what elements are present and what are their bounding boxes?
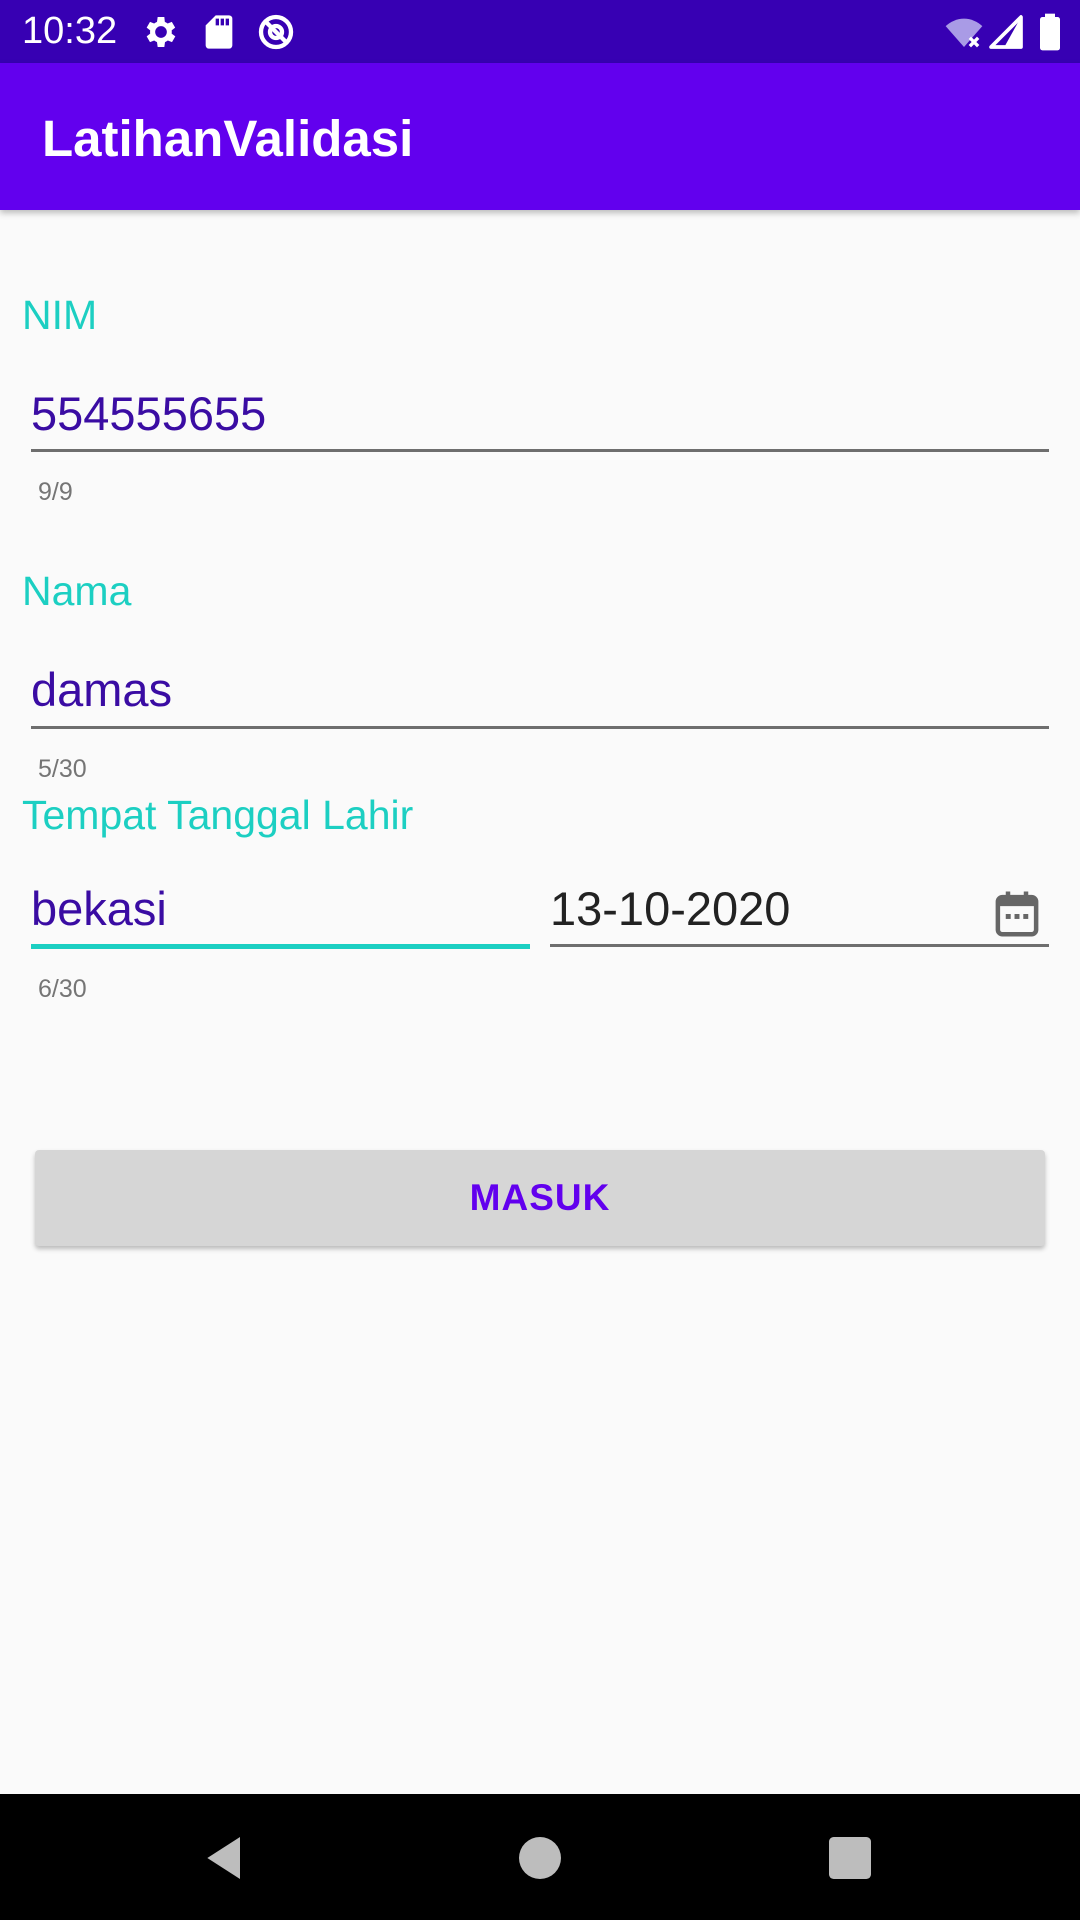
- nim-input[interactable]: 554555655: [31, 386, 266, 442]
- nama-label: Nama: [22, 568, 132, 614]
- app-bar: LatihanValidasi: [0, 63, 1080, 210]
- nama-counter: 5/30: [38, 755, 87, 783]
- recents-icon[interactable]: [822, 1830, 878, 1886]
- battery-icon: [1030, 12, 1070, 52]
- sd-card-icon: [199, 12, 239, 52]
- signal-icon: [986, 12, 1026, 52]
- nim-underline: [31, 449, 1049, 452]
- status-bar: 10:32: [0, 0, 1080, 63]
- nama-input[interactable]: damas: [31, 662, 172, 718]
- masuk-button[interactable]: MASUK: [35, 1150, 1045, 1246]
- wifi-off-icon: [944, 12, 984, 52]
- navigation-bar: [0, 1794, 1080, 1920]
- ttl-label: Tempat Tanggal Lahir: [22, 792, 414, 838]
- settings-icon: [141, 12, 181, 52]
- status-time: 10:32: [22, 10, 118, 52]
- tanggal-underline: [550, 944, 1049, 947]
- nama-underline: [31, 726, 1049, 729]
- home-icon[interactable]: [512, 1830, 568, 1886]
- tempat-input[interactable]: bekasi: [31, 881, 167, 937]
- screen: 10:32 LatihanValidasi NIM 554555655 9/9 …: [0, 0, 1080, 1920]
- calendar-icon[interactable]: [990, 886, 1044, 942]
- nim-label: NIM: [22, 292, 98, 338]
- tanggal-input[interactable]: 13-10-2020: [550, 881, 790, 937]
- tempat-counter: 6/30: [38, 975, 87, 1003]
- data-saver-icon: [256, 12, 296, 52]
- nim-counter: 9/9: [38, 478, 73, 506]
- tempat-underline: [31, 944, 530, 949]
- app-title: LatihanValidasi: [42, 110, 414, 167]
- back-icon[interactable]: [198, 1830, 254, 1886]
